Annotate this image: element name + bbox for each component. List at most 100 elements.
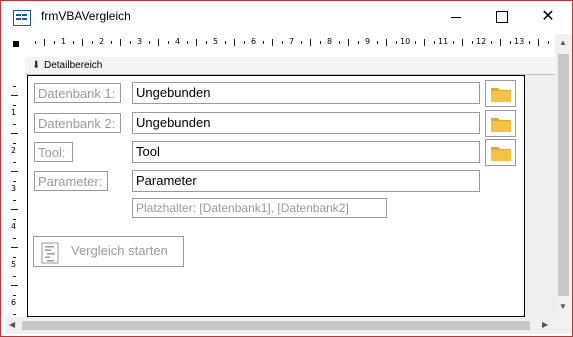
ruler-tick <box>348 39 349 46</box>
field-datenbank-1[interactable]: Ungebunden <box>132 82 480 104</box>
ruler-tick <box>424 39 425 46</box>
section-label: Detailbereich <box>44 60 103 71</box>
ruler-tick <box>243 41 245 44</box>
outside-form-area <box>524 75 555 317</box>
ruler-tick <box>11 95 18 96</box>
ruler-number: 5 <box>11 260 17 269</box>
vertical-ruler[interactable]: 1 2 3 4 5 6 <box>7 76 21 317</box>
ruler-number: 8 <box>327 37 333 46</box>
folder-icon <box>491 147 511 161</box>
ruler-tick <box>186 41 188 44</box>
ruler-tick <box>357 41 359 44</box>
field-parameter[interactable]: Parameter <box>132 170 480 192</box>
ruler-tick <box>129 41 131 44</box>
ruler-tick <box>338 41 340 44</box>
ruler-number: 5 <box>213 37 219 46</box>
ruler-tick <box>234 39 235 46</box>
vertical-scrollbar[interactable]: ▲ ▼ <box>555 34 572 317</box>
maximize-button[interactable] <box>479 1 525 33</box>
browse-tool-button[interactable] <box>485 139 516 166</box>
close-button[interactable]: ✕ <box>525 1 571 33</box>
ruler-tick <box>196 39 197 46</box>
detail-section-header[interactable]: ⬇ Detailbereich <box>25 57 555 75</box>
minimize-icon <box>451 16 461 18</box>
detail-section[interactable]: Datenbank 1: Ungebunden Datenbank 2: Ung… <box>27 75 525 317</box>
ruler-tick <box>13 123 16 125</box>
ruler-tick <box>462 39 463 46</box>
label-datenbank-1[interactable]: Datenbank 1: <box>34 83 121 103</box>
horizontal-ruler[interactable]: 1 2 3 4 5 6 7 8 9 10 11 12 13 <box>25 36 555 50</box>
ruler-tick <box>13 85 16 87</box>
design-surface: 1 2 3 4 5 6 7 8 9 10 11 12 13 123456 ⬇ Detailbereich… <box>5 34 555 317</box>
ruler-tick <box>13 237 16 239</box>
field-tool[interactable]: Tool <box>132 141 480 163</box>
ruler-number: 4 <box>11 222 17 231</box>
ruler-tick <box>11 209 18 210</box>
scroll-left-icon[interactable]: ◀ <box>9 320 15 329</box>
ruler-tick <box>44 39 45 46</box>
select-form-box[interactable] <box>8 36 21 50</box>
scroll-up-icon[interactable]: ▲ <box>559 38 567 47</box>
browse-datenbank-1-button[interactable] <box>485 80 516 107</box>
ruler-tick <box>509 41 511 44</box>
ruler-tick <box>72 41 74 44</box>
form-icon <box>13 10 31 26</box>
ruler-number: 1 <box>11 108 17 117</box>
ruler-tick <box>13 161 16 163</box>
hint-placeholder[interactable]: Platzhalter: [Datenbank1], [Datenbank2] <box>132 198 387 218</box>
ruler-number: 7 <box>289 37 295 46</box>
ruler-tick <box>11 171 18 172</box>
folder-icon <box>491 118 511 132</box>
scroll-right-icon[interactable]: ▶ <box>542 320 548 329</box>
ruler-tick <box>11 247 18 248</box>
ruler-tick <box>547 41 549 44</box>
scroll-down-icon[interactable]: ▼ <box>559 302 567 311</box>
ruler-tick <box>11 285 18 286</box>
ruler-tick <box>376 41 378 44</box>
ruler-tick <box>34 41 36 44</box>
ruler-number: 2 <box>99 37 105 46</box>
start-compare-label: Vergleich starten <box>71 243 168 258</box>
ruler-tick <box>272 39 273 46</box>
ruler-tick <box>281 41 283 44</box>
ruler-tick <box>167 41 169 44</box>
ruler-tick <box>13 256 16 258</box>
ruler-tick <box>13 180 16 182</box>
vertical-scroll-thumb[interactable] <box>558 54 569 296</box>
ruler-number: 6 <box>251 37 257 46</box>
label-tool[interactable]: Tool: <box>34 142 73 162</box>
ruler-number: 9 <box>365 37 371 46</box>
ruler-tick <box>471 41 473 44</box>
ruler-tick <box>452 41 454 44</box>
start-compare-button[interactable]: Vergleich starten <box>33 236 184 267</box>
ruler-number: 4 <box>175 37 181 46</box>
minimize-button[interactable] <box>433 1 479 33</box>
horizontal-scroll-thumb[interactable] <box>22 321 530 330</box>
ruler-tick <box>13 275 16 277</box>
code-icon <box>41 242 59 264</box>
field-datenbank-2[interactable]: Ungebunden <box>132 112 480 134</box>
ruler-tick <box>91 41 93 44</box>
horizontal-scrollbar[interactable]: ◀ ▶ <box>5 317 555 334</box>
ruler-tick <box>414 41 416 44</box>
ruler-tick <box>528 41 530 44</box>
title-bar[interactable]: frmVBAVergleich ✕ <box>1 1 572 33</box>
size-grip[interactable] <box>555 317 572 334</box>
ruler-number: 12 <box>476 37 487 46</box>
ruler-tick <box>433 41 435 44</box>
browse-datenbank-2-button[interactable] <box>485 110 516 137</box>
ruler-tick <box>224 41 226 44</box>
ruler-tick <box>158 39 159 46</box>
ruler-tick <box>13 313 16 315</box>
ruler-tick <box>13 294 16 296</box>
ruler-tick <box>395 41 397 44</box>
ruler-tick <box>386 39 387 46</box>
ruler-tick <box>13 199 16 201</box>
label-parameter[interactable]: Parameter: <box>34 171 108 191</box>
folder-icon <box>491 88 511 102</box>
ruler-tick <box>13 104 16 106</box>
label-datenbank-2[interactable]: Datenbank 2: <box>34 113 121 133</box>
window-title: frmVBAVergleich <box>41 9 131 23</box>
ruler-tick <box>205 41 207 44</box>
ruler-tick <box>500 39 501 46</box>
